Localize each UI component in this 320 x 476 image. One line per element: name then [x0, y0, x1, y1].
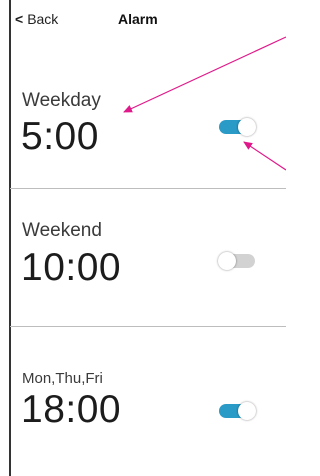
annotation-arrow: [123, 36, 286, 113]
annotation-arrow: [243, 141, 286, 171]
annotation-arrows: [123, 36, 286, 171]
